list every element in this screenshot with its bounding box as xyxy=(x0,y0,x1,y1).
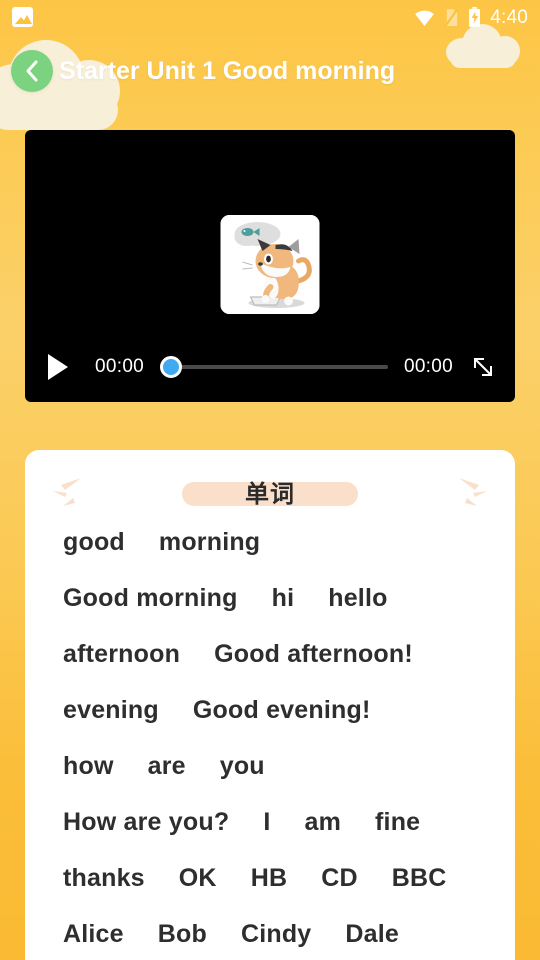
word-item[interactable]: afternoon xyxy=(63,640,180,669)
word-item[interactable]: Dale xyxy=(345,920,399,949)
word-item[interactable]: Good morning xyxy=(63,584,238,613)
status-bar-notifications xyxy=(12,7,33,27)
back-button[interactable] xyxy=(11,50,53,92)
cat-thinking-of-fish-thumbnail xyxy=(220,215,320,314)
fullscreen-expand-icon xyxy=(474,358,492,376)
word-item[interactable]: BBC xyxy=(392,864,447,893)
word-item[interactable]: How are you? xyxy=(63,808,229,837)
page-header: Starter Unit 1 Good morning xyxy=(0,40,540,102)
seek-bar[interactable] xyxy=(160,356,388,378)
word-item[interactable]: are xyxy=(148,752,186,781)
word-item[interactable]: am xyxy=(304,808,341,837)
vocabulary-card: 单词 good morning Good morning hi hello afterno… xyxy=(25,450,515,960)
word-item[interactable]: fine xyxy=(375,808,420,837)
section-title: 单词 xyxy=(245,480,295,508)
fullscreen-button[interactable] xyxy=(469,353,497,381)
no-sim-icon xyxy=(445,8,459,26)
chevron-left-icon xyxy=(26,60,38,82)
section-header: 单词 xyxy=(25,462,515,520)
word-row: how are you xyxy=(63,752,515,808)
play-icon xyxy=(48,354,68,380)
word-item[interactable]: Cindy xyxy=(241,920,311,949)
word-item[interactable]: Alice xyxy=(63,920,124,949)
play-button[interactable] xyxy=(43,352,73,382)
word-item[interactable]: Bob xyxy=(158,920,207,949)
word-row: How are you? Iam fine xyxy=(63,808,515,864)
app-screen: 4:40 Starter Unit 1 Good morning 00:00 0… xyxy=(0,0,540,960)
word-row: evening Good evening! xyxy=(63,696,515,752)
video-player[interactable]: 00:00 00:00 xyxy=(25,130,515,402)
seek-track xyxy=(168,365,388,369)
word-row: afternoon Good afternoon! xyxy=(63,640,515,696)
word-item[interactable]: you xyxy=(220,752,265,781)
word-item[interactable]: Good afternoon! xyxy=(214,640,413,669)
current-time-label: 00:00 xyxy=(95,356,145,377)
word-item[interactable]: OK xyxy=(179,864,217,893)
word-list: good morning Good morning hi hello afternoon G… xyxy=(25,520,515,960)
word-item[interactable]: HB xyxy=(251,864,288,893)
word-item[interactable]: good xyxy=(63,528,125,557)
photo-icon xyxy=(12,7,33,27)
word-item[interactable]: hello xyxy=(328,584,387,613)
wifi-icon xyxy=(415,10,435,26)
word-item[interactable]: evening xyxy=(63,696,159,725)
word-item[interactable]: morning xyxy=(159,528,260,557)
video-thumbnail xyxy=(220,215,320,314)
word-item[interactable]: Good evening! xyxy=(193,696,371,725)
status-bar: 4:40 xyxy=(0,0,540,34)
word-row: thanks OK HB CD BBC xyxy=(63,864,515,920)
seek-thumb[interactable] xyxy=(160,356,183,378)
word-item[interactable]: thanks xyxy=(63,864,145,893)
word-item[interactable]: CD xyxy=(321,864,358,893)
word-row: Alice Bob Cindy Dale xyxy=(63,920,515,960)
sparkle-right-icon xyxy=(459,478,487,506)
battery-charging-icon xyxy=(469,7,481,27)
word-row: good morning xyxy=(63,528,515,584)
word-item[interactable]: hi xyxy=(272,584,295,613)
word-item[interactable]: I xyxy=(263,808,270,837)
total-time-label: 00:00 xyxy=(403,356,453,377)
status-bar-clock: 4:40 xyxy=(490,6,528,28)
status-bar-indicators: 4:40 xyxy=(414,7,528,27)
word-row: Good morning hi hello xyxy=(63,584,515,640)
player-controls: 00:00 00:00 xyxy=(25,346,515,388)
sparkle-left-icon xyxy=(53,478,81,506)
page-title: Starter Unit 1 Good morning xyxy=(59,56,396,85)
word-item[interactable]: how xyxy=(63,752,114,781)
